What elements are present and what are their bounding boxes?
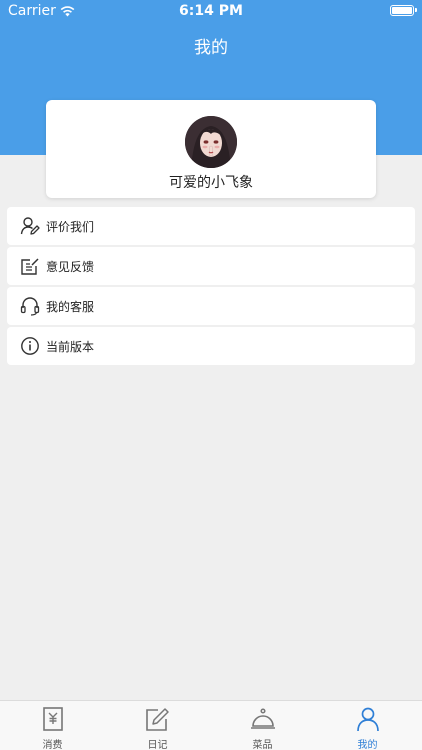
person-icon [357, 707, 379, 732]
status-bar: Carrier 6:14 PM [0, 0, 422, 22]
tab-mine[interactable]: 我的 [315, 701, 420, 750]
tab-label: 日记 [147, 740, 168, 750]
menu-item-label: 当前版本 [46, 340, 95, 354]
clock: 6:14 PM [179, 3, 243, 19]
settings-menu: 评价我们 意见反馈 我的客服 当前版本 [7, 207, 415, 367]
username: 可爱的小飞象 [169, 175, 253, 191]
user-edit-icon [20, 217, 40, 235]
menu-item-label: 意见反馈 [46, 260, 95, 274]
page-title: 我的 [194, 38, 228, 58]
tab-consumption[interactable]: 消费 [0, 701, 105, 750]
tab-diary[interactable]: 日记 [105, 701, 210, 750]
profile-card[interactable]: 可爱的小飞象 [46, 100, 376, 198]
tab-label: 消费 [42, 740, 63, 750]
tab-label: 我的 [357, 740, 378, 750]
profile-screen: Carrier 6:14 PM 我的 可爱的小飞象 评价我们 意见反馈 我的客服… [0, 0, 422, 750]
avatar-illustration [185, 116, 237, 168]
info-icon [21, 337, 39, 355]
menu-item-label: 我的客服 [46, 300, 95, 314]
avatar[interactable] [185, 116, 237, 168]
tab-bar: 消费 日记 菜品 我的 [0, 700, 422, 750]
note-edit-icon [146, 708, 169, 731]
menu-item-rate-us[interactable]: 评价我们 [7, 207, 415, 245]
battery-icon [390, 5, 417, 16]
menu-item-customer-service[interactable]: 我的客服 [7, 287, 415, 325]
menu-item-label: 评价我们 [46, 220, 95, 234]
menu-item-current-version[interactable]: 当前版本 [7, 327, 415, 365]
food-cloche-icon [251, 708, 275, 729]
tab-dishes[interactable]: 菜品 [210, 701, 315, 750]
receipt-icon [43, 707, 63, 731]
headset-icon [20, 297, 40, 316]
menu-item-feedback[interactable]: 意见反馈 [7, 247, 415, 285]
tab-label: 菜品 [252, 740, 273, 750]
feedback-note-icon [21, 258, 39, 275]
